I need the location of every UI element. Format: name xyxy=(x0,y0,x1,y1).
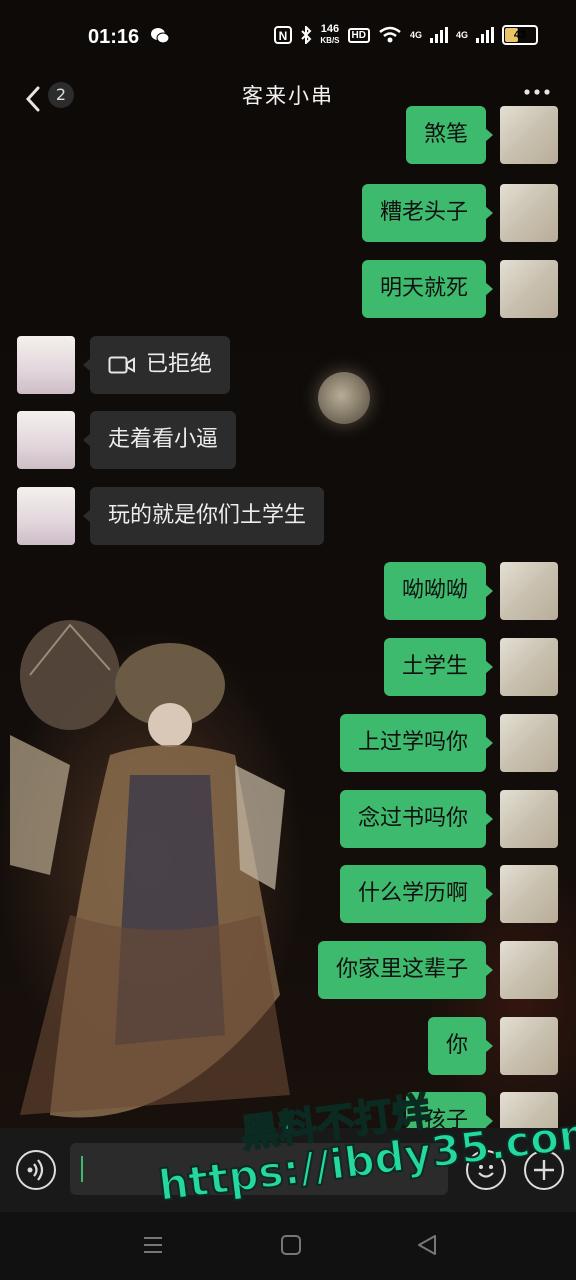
plus-icon xyxy=(534,1160,554,1180)
wifi-icon xyxy=(379,26,401,43)
avatar[interactable] xyxy=(500,106,558,164)
voice-button[interactable] xyxy=(16,1150,56,1190)
avatar[interactable] xyxy=(500,790,558,848)
home-square-icon[interactable] xyxy=(280,1234,302,1256)
signal-icon xyxy=(429,27,448,43)
message-bubble[interactable]: 你 xyxy=(427,1017,494,1075)
message-bubble[interactable]: 玩的就是你们土学生 xyxy=(82,487,325,545)
message-bubble[interactable]: 念过书吗你 xyxy=(339,790,494,848)
network-speed: 146 KB/S xyxy=(320,23,340,46)
back-triangle-icon[interactable] xyxy=(416,1234,438,1256)
page-title: 客来小串 xyxy=(242,84,334,108)
wallpaper-opera-figure xyxy=(10,620,290,1118)
avatar[interactable] xyxy=(500,865,558,923)
wallpaper-moon xyxy=(318,372,370,424)
avatar[interactable] xyxy=(500,1017,558,1075)
system-nav-bar xyxy=(0,1212,576,1280)
avatar[interactable] xyxy=(500,941,558,999)
message-bubble[interactable]: 糟老头子 xyxy=(361,184,494,242)
emoji-icon xyxy=(478,1165,494,1178)
call-status-text: 已拒绝 xyxy=(146,352,213,377)
signal-icon xyxy=(476,27,494,43)
battery-icon: 43 xyxy=(502,25,538,45)
menu-icon[interactable] xyxy=(142,1234,164,1256)
avatar[interactable] xyxy=(500,638,558,696)
message-bubble[interactable]: 明天就死 xyxy=(361,260,494,318)
voice-icon xyxy=(27,1159,44,1181)
message-bubble[interactable]: 上过学吗你 xyxy=(339,714,494,772)
hd-badge: HD xyxy=(347,27,370,43)
status-time: 01:16 xyxy=(88,26,140,48)
avatar[interactable] xyxy=(500,260,558,318)
message-input[interactable] xyxy=(70,1143,448,1195)
nfc-icon: N xyxy=(274,26,293,44)
svg-text:N: N xyxy=(279,29,288,43)
video-call-icon xyxy=(108,356,135,374)
text-caret xyxy=(81,1156,83,1182)
message-bubble[interactable]: 走着看小逼 xyxy=(82,411,237,469)
avatar[interactable] xyxy=(500,184,558,242)
message-text: 走着看小逼 xyxy=(108,427,219,452)
signal-label-1: 4G xyxy=(409,30,422,40)
avatar[interactable] xyxy=(500,1092,558,1128)
message-row: 孩子 xyxy=(0,1092,576,1128)
call-declined-bubble[interactable]: 已拒绝 xyxy=(82,336,231,394)
chat-header: 2 客来小串 xyxy=(0,70,576,126)
more-dots-icon[interactable] xyxy=(522,80,552,104)
message-text: 玩的就是你们土学生 xyxy=(108,503,307,528)
plus-button[interactable] xyxy=(524,1150,564,1190)
message-bubble[interactable]: 土学生 xyxy=(383,638,494,696)
input-bar xyxy=(0,1128,576,1212)
message-bubble[interactable]: 什么学历啊 xyxy=(339,865,494,923)
avatar[interactable] xyxy=(17,411,75,469)
message-bubble[interactable]: 呦呦呦 xyxy=(383,562,494,620)
message-bubble[interactable]: 煞笔 xyxy=(405,106,494,164)
emoji-button[interactable] xyxy=(466,1150,506,1190)
bluetooth-icon xyxy=(301,26,312,44)
status-bar: 01:16 N 146 KB/S HD 4G 4G 43 xyxy=(0,0,576,70)
status-indicators: N 146 KB/S HD 4G 4G 43 xyxy=(274,24,538,46)
wechat-icon xyxy=(151,28,170,44)
avatar[interactable] xyxy=(17,336,75,394)
avatar[interactable] xyxy=(500,562,558,620)
avatar[interactable] xyxy=(17,487,75,545)
avatar[interactable] xyxy=(500,714,558,772)
message-bubble[interactable]: 孩子 xyxy=(405,1092,494,1128)
message-bubble[interactable]: 你家里这辈子 xyxy=(317,941,494,999)
signal-label-2: 4G xyxy=(455,30,468,40)
